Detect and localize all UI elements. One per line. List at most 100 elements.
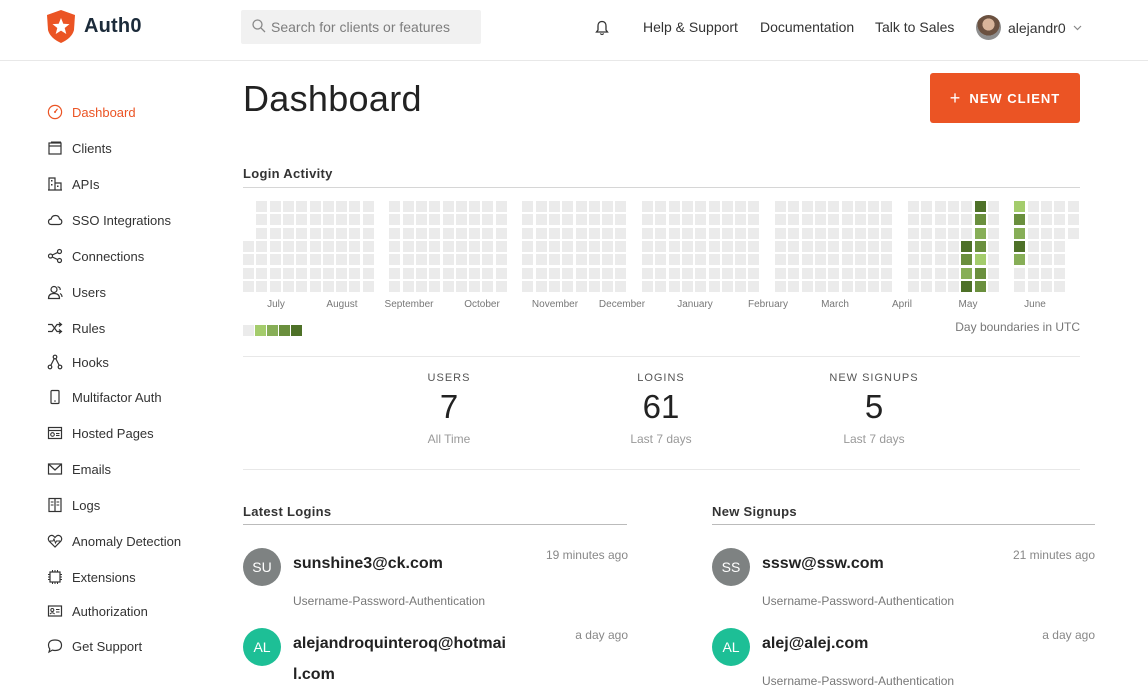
- user-email[interactable]: alejandroquinteroq@hotmail.com: [293, 628, 513, 690]
- heatmap-cell: [934, 201, 946, 212]
- stat-users: USERS 7 All Time: [369, 372, 529, 446]
- heatmap-cell: [282, 254, 294, 266]
- heatmap-cell: [562, 240, 574, 252]
- heatmap-cell: [588, 280, 600, 292]
- heatmap-cell: [495, 240, 507, 252]
- stat-value: 5: [864, 388, 884, 425]
- heatmap-cell: [708, 254, 720, 266]
- month-label: October: [464, 299, 500, 310]
- month-label: March: [821, 299, 849, 310]
- latest-logins-title: Latest Logins: [243, 504, 332, 519]
- new-client-button[interactable]: + NEW CLIENT: [930, 73, 1080, 123]
- heatmap-cell: [655, 240, 667, 252]
- heatmap-cell: [243, 240, 254, 252]
- heatmap-cell: [947, 267, 959, 279]
- stat-sub: Last 7 days: [843, 432, 905, 446]
- bell-icon[interactable]: [595, 20, 609, 36]
- heatmap-cell: [868, 227, 880, 239]
- heatmap-cell: [522, 201, 534, 212]
- heatmap-cell: [708, 240, 720, 252]
- heatmap-cell: [655, 280, 667, 292]
- month-label: February: [747, 299, 789, 310]
- sidebar-item-rules[interactable]: Rules: [47, 320, 105, 336]
- user-email[interactable]: sssw@ssw.com: [762, 548, 982, 579]
- list-item[interactable]: SU sunshine3@ck.com 19 minutes ago Usern…: [243, 548, 628, 608]
- sidebar-item-label: Anomaly Detection: [72, 533, 182, 549]
- heatmap-cell: [788, 227, 800, 239]
- activity-legend: [243, 325, 302, 336]
- page-title: Dashboard: [243, 78, 422, 119]
- sidebar-item-get-support[interactable]: Get Support: [47, 638, 142, 654]
- heatmap-cell: [854, 227, 866, 239]
- heatmap-cell: [1041, 227, 1052, 239]
- heatmap-cell: [854, 240, 866, 252]
- heatmap-cell: [442, 214, 454, 226]
- heatmap-cell: [389, 254, 401, 266]
- heatmap-cell: [415, 227, 427, 239]
- list-item[interactable]: AL alejandroquinteroq@hotmail.com a day …: [243, 628, 628, 688]
- sidebar-item-anomaly-detection[interactable]: Anomaly Detection: [47, 533, 181, 549]
- heatmap-cell: [934, 267, 946, 279]
- heatmap-cell: [588, 267, 600, 279]
- sidebar-item-hosted-pages[interactable]: Hosted Pages: [47, 425, 154, 441]
- heatmap-cell: [668, 240, 680, 252]
- search-input[interactable]: [241, 10, 481, 44]
- list-item[interactable]: AL alej@alej.com a day ago Username-Pass…: [712, 628, 1095, 688]
- talk-to-sales-link[interactable]: Talk to Sales: [875, 19, 954, 35]
- heatmap-cell: [668, 214, 680, 226]
- heatmap-cell: [881, 201, 893, 212]
- heatmap-cell: [309, 227, 321, 239]
- sidebar-item-extensions[interactable]: Extensions: [47, 569, 136, 585]
- auth0-logo[interactable]: Auth0: [45, 10, 142, 43]
- documentation-link[interactable]: Documentation: [760, 19, 854, 35]
- month-label: July: [267, 299, 285, 310]
- user-email[interactable]: alej@alej.com: [762, 628, 982, 659]
- heatmap-cell: [535, 254, 547, 266]
- heatmap-cell: [322, 214, 334, 226]
- heatmap-cell: [1041, 214, 1052, 226]
- heatmap-cell: [602, 254, 614, 266]
- heatmap-cell: [681, 240, 693, 252]
- sidebar-item-authorization[interactable]: Authorization: [47, 603, 148, 619]
- heatmap-cell: [987, 240, 999, 252]
- heatmap-cell: [322, 267, 334, 279]
- heatmap-cell: [1054, 214, 1066, 226]
- sidebar-item-dashboard[interactable]: Dashboard: [47, 104, 136, 120]
- user-menu[interactable]: alejandr0: [976, 15, 1082, 40]
- heatmap-cell: [908, 214, 919, 226]
- heatmap-cell: [1027, 201, 1039, 212]
- list-item[interactable]: SS sssw@ssw.com 21 minutes ago Username-…: [712, 548, 1095, 608]
- month-label: April: [891, 299, 913, 310]
- heatmap-cell: [362, 227, 374, 239]
- sidebar-item-sso-integrations[interactable]: SSO Integrations: [47, 212, 171, 228]
- sidebar-item-hooks[interactable]: Hooks: [47, 354, 109, 370]
- sidebar-item-multifactor-auth[interactable]: Multifactor Auth: [47, 389, 162, 405]
- heatmap-cell: [681, 267, 693, 279]
- heatmap-cell: [482, 267, 494, 279]
- heatmap-cell: [389, 201, 401, 212]
- heatmap-cell: [548, 254, 560, 266]
- heatmap-cell: [469, 280, 481, 292]
- heatmap-cell: [349, 267, 361, 279]
- sidebar-item-clients[interactable]: Clients: [47, 140, 112, 156]
- heatmap-cell: [934, 227, 946, 239]
- sidebar-item-connections[interactable]: Connections: [47, 248, 144, 264]
- help-support-link[interactable]: Help & Support: [643, 19, 738, 35]
- heatmap-cell: [269, 214, 281, 226]
- sidebar-item-users[interactable]: Users: [47, 284, 106, 300]
- heatmap-cell: [296, 214, 308, 226]
- sidebar-item-logs[interactable]: Logs: [47, 497, 100, 513]
- heatmap-cell: [814, 267, 826, 279]
- heatmap-cell: [469, 227, 481, 239]
- heatmap-cell: [642, 240, 653, 252]
- heatmap-cell: [655, 267, 667, 279]
- heatmap-cell: [868, 267, 880, 279]
- heatmap-cell: [1014, 240, 1026, 252]
- user-email[interactable]: sunshine3@ck.com: [293, 548, 513, 579]
- heatmap-cell: [575, 280, 587, 292]
- heatmap-cell: [642, 280, 653, 292]
- sidebar-item-apis[interactable]: APIs: [47, 176, 99, 192]
- heatmap-cell: [868, 240, 880, 252]
- heatmap-cell: [349, 254, 361, 266]
- sidebar-item-emails[interactable]: Emails: [47, 461, 111, 477]
